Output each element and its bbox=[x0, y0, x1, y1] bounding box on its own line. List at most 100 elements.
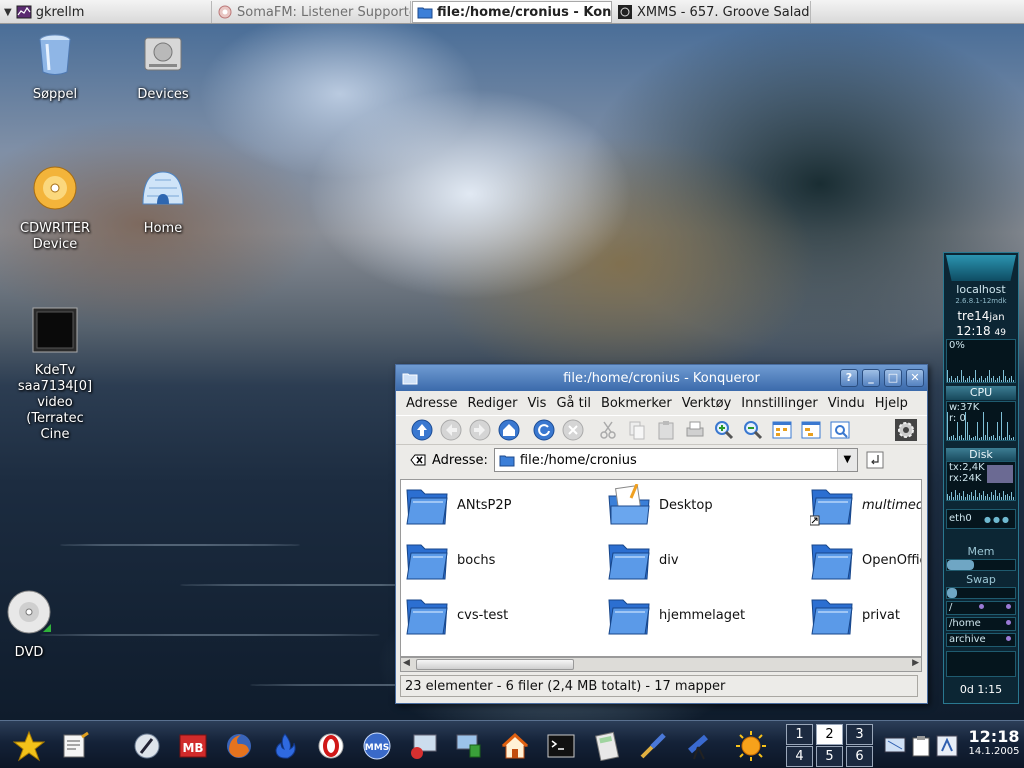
menu-innstillinger[interactable]: Innstillinger bbox=[741, 396, 817, 411]
menu-vis[interactable]: Vis bbox=[527, 396, 546, 411]
launcher-mb[interactable]: MB bbox=[176, 729, 210, 763]
menu-hjelp[interactable]: Hjelp bbox=[875, 396, 908, 411]
desktop-icon-trash[interactable]: Søppel bbox=[10, 30, 100, 103]
tray-kde[interactable] bbox=[934, 729, 960, 763]
launcher-network[interactable] bbox=[452, 729, 486, 763]
task-gkrellm[interactable]: ▼ gkrellm bbox=[0, 1, 212, 23]
launcher-calculator[interactable] bbox=[590, 729, 624, 763]
desktop-4[interactable]: 4 bbox=[786, 746, 813, 767]
task-konqueror[interactable]: file:/home/cronius - Kon bbox=[412, 1, 612, 23]
icon-view-button[interactable] bbox=[770, 418, 794, 442]
copy-button[interactable] bbox=[625, 418, 649, 442]
launcher-pen[interactable] bbox=[130, 729, 164, 763]
gk-date: tre14jan bbox=[946, 309, 1016, 323]
desktop-icon-cdwriter[interactable]: CDWRITER Device bbox=[10, 164, 100, 253]
file-item[interactable]: bochs bbox=[405, 539, 495, 581]
horizontal-scrollbar[interactable]: ◀ ▶ bbox=[400, 657, 922, 672]
file-item[interactable]: Desktop bbox=[607, 484, 713, 526]
close-button[interactable]: ✕ bbox=[906, 369, 924, 387]
back-button[interactable] bbox=[439, 418, 463, 442]
preview-button[interactable] bbox=[828, 418, 852, 442]
launcher-terminal[interactable] bbox=[544, 729, 578, 763]
desktop-icon-devices[interactable]: Devices bbox=[118, 30, 208, 103]
launcher-paint[interactable] bbox=[636, 729, 670, 763]
up-button[interactable] bbox=[410, 418, 434, 442]
kde-gear-button[interactable] bbox=[894, 418, 918, 442]
stop-button[interactable] bbox=[561, 418, 585, 442]
reload-button[interactable] bbox=[532, 418, 556, 442]
disk-activity-block bbox=[987, 465, 1013, 483]
launcher-text-editor[interactable] bbox=[58, 729, 92, 763]
location-dropdown-button[interactable]: ▼ bbox=[836, 449, 857, 471]
go-icon[interactable] bbox=[866, 451, 884, 469]
help-button[interactable]: ? bbox=[840, 369, 858, 387]
home-button[interactable] bbox=[497, 418, 521, 442]
menu-adresse[interactable]: Adresse bbox=[406, 396, 458, 411]
menu-verktoy[interactable]: Verktøy bbox=[682, 396, 732, 411]
maximize-button[interactable]: □ bbox=[884, 369, 902, 387]
file-item[interactable]: OpenOffic bbox=[810, 539, 921, 581]
gk-seconds: 49 bbox=[994, 328, 1006, 338]
tree-view-button[interactable] bbox=[799, 418, 823, 442]
clear-location-icon[interactable] bbox=[410, 452, 426, 468]
location-input[interactable]: file:/home/cronius ▼ bbox=[493, 448, 858, 472]
cpu-load-graph: 0% bbox=[946, 339, 1016, 383]
launcher-flame[interactable] bbox=[268, 729, 302, 763]
launcher-display[interactable] bbox=[406, 729, 440, 763]
file-name: cvs-test bbox=[457, 607, 509, 623]
cut-button[interactable] bbox=[596, 418, 620, 442]
mms-icon: MMS bbox=[363, 732, 391, 760]
zoom-in-button[interactable] bbox=[712, 418, 736, 442]
desktop-3[interactable]: 3 bbox=[846, 724, 873, 745]
launcher-telescope[interactable] bbox=[682, 729, 716, 763]
clock-date: 14.1.2005 bbox=[968, 746, 1020, 757]
desktop-icon-home[interactable]: Home bbox=[118, 164, 208, 237]
task-xmms[interactable]: XMMS - 657. Groove Salad bbox=[613, 1, 811, 23]
desktop-1[interactable]: 1 bbox=[786, 724, 813, 745]
screen-icon bbox=[884, 737, 906, 753]
folder-icon bbox=[608, 599, 650, 635]
tray-clipboard[interactable] bbox=[908, 729, 934, 763]
menu-rediger[interactable]: Rediger bbox=[468, 396, 518, 411]
icon-view-icon bbox=[772, 421, 792, 439]
launcher-firefox[interactable] bbox=[222, 729, 256, 763]
panel-clock[interactable]: 12:18 14.1.2005 bbox=[964, 727, 1024, 757]
title-bar[interactable]: file:/home/cronius - Konqueror ? _ □ ✕ bbox=[396, 365, 927, 391]
menu-vindu[interactable]: Vindu bbox=[828, 396, 865, 411]
forward-button[interactable] bbox=[468, 418, 492, 442]
file-item[interactable]: hjemmelaget bbox=[607, 594, 745, 636]
print-button[interactable] bbox=[683, 418, 707, 442]
gk-rx: rx:24K bbox=[949, 473, 982, 484]
status-bar: 23 elementer - 6 filer (2,4 MB totalt) -… bbox=[400, 675, 918, 697]
desktop-icon-kdetv[interactable]: KdeTv saa7134[0] video (Terratec Cine bbox=[10, 306, 100, 443]
scroll-right-icon[interactable]: ▶ bbox=[912, 658, 919, 668]
file-item[interactable]: multimed bbox=[810, 484, 921, 526]
launcher-home[interactable] bbox=[498, 729, 532, 763]
menu-ga-til[interactable]: Gå til bbox=[556, 396, 591, 411]
folder-icon bbox=[406, 489, 448, 525]
desktop-5[interactable]: 5 bbox=[816, 746, 843, 767]
file-item[interactable]: privat bbox=[810, 594, 900, 636]
desktop-2[interactable]: 2 bbox=[816, 724, 843, 745]
minimize-button[interactable]: _ bbox=[862, 369, 880, 387]
menu-bar: Adresse Rediger Vis Gå til Bokmerker Ver… bbox=[396, 391, 927, 415]
file-item[interactable]: ANtsP2P bbox=[405, 484, 511, 526]
task-somafm[interactable]: SomaFM: Listener Supporte bbox=[213, 1, 411, 23]
kmenu-button[interactable] bbox=[12, 729, 46, 763]
desktop-6[interactable]: 6 bbox=[846, 746, 873, 767]
file-item[interactable]: cvs-test bbox=[405, 594, 508, 636]
desktop-icon-label: KdeTv saa7134[0] video (Terratec Cine bbox=[17, 363, 93, 442]
launcher-opera[interactable] bbox=[314, 729, 348, 763]
file-item[interactable]: div bbox=[607, 539, 679, 581]
konqueror-window: file:/home/cronius - Konqueror ? _ □ ✕ A… bbox=[395, 364, 928, 704]
menu-bokmerker[interactable]: Bokmerker bbox=[601, 396, 672, 411]
scrollbar-thumb[interactable] bbox=[416, 659, 574, 670]
desktop-icon-label: Søppel bbox=[32, 87, 78, 102]
scroll-left-icon[interactable]: ◀ bbox=[403, 658, 410, 668]
launcher-sun[interactable] bbox=[734, 729, 768, 763]
desktop-icon-dvd[interactable]: DVD bbox=[0, 588, 74, 661]
paste-button[interactable] bbox=[654, 418, 678, 442]
launcher-mms[interactable]: MMS bbox=[360, 729, 394, 763]
zoom-out-button[interactable] bbox=[741, 418, 765, 442]
tray-screen[interactable] bbox=[882, 729, 908, 763]
